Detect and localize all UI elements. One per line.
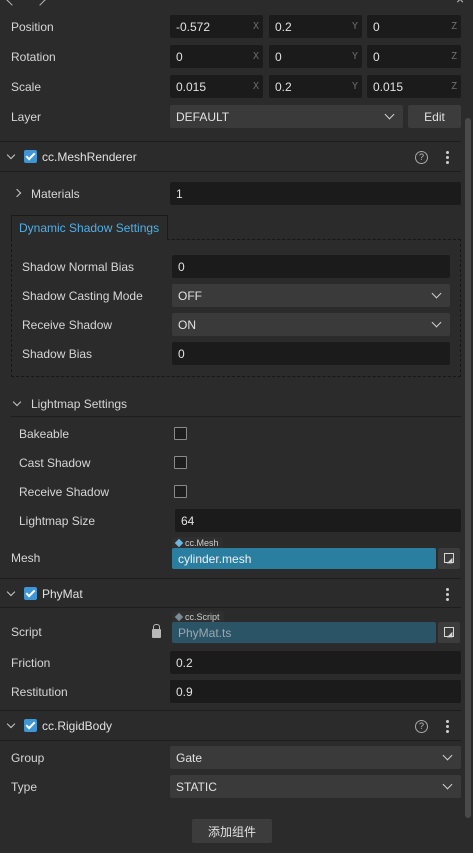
axis-x-label: X: [252, 51, 259, 62]
restitution-input[interactable]: 0.9: [170, 680, 461, 703]
component-title: cc.MeshRenderer: [42, 150, 137, 164]
friction-input[interactable]: 0.2: [170, 651, 461, 674]
scale-z-input[interactable]: 0.015 Z: [367, 75, 461, 98]
dynamic-shadow-tab-label: Dynamic Shadow Settings: [19, 221, 160, 235]
divider: [0, 607, 461, 608]
more-options-icon[interactable]: [446, 720, 450, 734]
divider: [0, 578, 461, 579]
restitution-label: Restitution: [11, 685, 68, 699]
bakeable-checkbox[interactable]: [174, 427, 187, 440]
shadow-normal-bias-label: Shadow Normal Bias: [22, 260, 135, 274]
back-arrow-icon[interactable]: [6, 0, 18, 6]
divider: [11, 416, 461, 417]
asset-picker-icon[interactable]: [438, 548, 460, 569]
collapse-chevron-icon[interactable]: [6, 587, 16, 597]
lightmap-collapse-chevron-icon[interactable]: [12, 397, 22, 407]
axis-z-label: Z: [450, 81, 457, 92]
layer-label: Layer: [11, 110, 42, 124]
receive-shadow-select[interactable]: ON: [172, 313, 450, 336]
axis-z-label: Z: [450, 21, 457, 32]
lightmap-size-label: Lightmap Size: [19, 514, 96, 528]
shadow-casting-mode-label: Shadow Casting Mode: [22, 289, 143, 303]
friction-label: Friction: [11, 656, 51, 670]
position-z-input[interactable]: 0Z: [367, 15, 461, 38]
script-label: Script: [11, 625, 42, 639]
phymat-enabled-checkbox[interactable]: [24, 587, 37, 600]
help-icon[interactable]: ?: [415, 151, 428, 164]
divider: [0, 740, 461, 741]
type-select[interactable]: STATIC: [170, 775, 461, 798]
axis-y-label: Y: [351, 21, 358, 32]
scrollbar[interactable]: [465, 118, 471, 818]
bakeable-label: Bakeable: [19, 427, 70, 441]
axis-x-label: X: [252, 81, 259, 92]
lightmap-receive-shadow-checkbox[interactable]: [174, 485, 187, 498]
asset-type-icon: [174, 612, 184, 622]
materials-label: Materials: [31, 187, 80, 201]
component-title: cc.RigidBody: [42, 719, 113, 733]
expand-chevron-icon[interactable]: [12, 188, 22, 198]
materials-count-input[interactable]: 1: [170, 182, 461, 205]
lock-icon: [152, 624, 161, 638]
layer-edit-button[interactable]: Edit: [408, 105, 461, 128]
chevron-down-icon: [431, 288, 442, 299]
rigidbody-enabled-checkbox[interactable]: [24, 719, 37, 732]
mesh-asset-field[interactable]: cylinder.mesh: [172, 548, 436, 569]
position-x-input[interactable]: -0.572 X: [170, 15, 263, 38]
more-options-icon[interactable]: [446, 151, 450, 165]
shadow-bias-input[interactable]: 0: [172, 342, 450, 365]
scale-label: Scale: [11, 80, 42, 94]
divider: [0, 171, 461, 172]
layer-select[interactable]: DEFAULT: [170, 105, 403, 128]
rotation-x-input[interactable]: 0X: [170, 45, 263, 68]
group-select[interactable]: Gate: [170, 746, 461, 769]
chevron-down-icon: [442, 779, 453, 790]
script-asset-field: PhyMat.ts: [172, 622, 436, 643]
forward-arrow-icon[interactable]: [34, 0, 46, 6]
axis-x-label: X: [252, 21, 259, 32]
shadow-bias-label: Shadow Bias: [22, 347, 93, 361]
help-icon[interactable]: ?: [415, 720, 428, 733]
divider: [0, 141, 461, 142]
lightmap-settings-title: Lightmap Settings: [31, 397, 128, 411]
type-label: Type: [11, 780, 38, 794]
mesh-label: Mesh: [11, 551, 41, 565]
scale-x-input[interactable]: 0.015 X: [170, 75, 263, 98]
asset-type-icon: [174, 538, 184, 548]
close-icon[interactable]: ×: [456, 0, 470, 6]
lightmap-size-input[interactable]: 64: [175, 509, 461, 532]
divider: [0, 710, 461, 711]
meshrenderer-enabled-checkbox[interactable]: [24, 150, 37, 163]
collapse-chevron-icon[interactable]: [6, 150, 16, 160]
scale-y-input[interactable]: 0.2 Y: [269, 75, 362, 98]
asset-picker-icon[interactable]: [438, 622, 460, 643]
lightmap-receive-shadow-label: Receive Shadow: [19, 485, 110, 499]
shadow-casting-mode-select[interactable]: OFF: [172, 284, 450, 307]
position-y-input[interactable]: 0.2 Y: [269, 15, 362, 38]
shadow-normal-bias-input[interactable]: 0: [172, 255, 450, 278]
rotation-label: Rotation: [11, 50, 56, 64]
add-component-button[interactable]: 添加组件: [192, 819, 272, 843]
rotation-y-input[interactable]: 0Y: [269, 45, 362, 68]
position-label: Position: [11, 20, 54, 34]
chevron-down-icon: [384, 109, 395, 120]
axis-y-label: Y: [351, 51, 358, 62]
component-title: PhyMat: [42, 587, 83, 601]
group-label: Group: [11, 751, 45, 765]
rotation-z-input[interactable]: 0Z: [367, 45, 461, 68]
receive-shadow-label: Receive Shadow: [22, 318, 113, 332]
chevron-down-icon: [431, 317, 442, 328]
axis-y-label: Y: [351, 81, 358, 92]
cast-shadow-checkbox[interactable]: [174, 456, 187, 469]
axis-z-label: Z: [450, 51, 457, 62]
collapse-chevron-icon[interactable]: [6, 719, 16, 729]
cast-shadow-label: Cast Shadow: [19, 456, 91, 470]
chevron-down-icon: [442, 750, 453, 761]
more-options-icon[interactable]: [446, 588, 450, 602]
